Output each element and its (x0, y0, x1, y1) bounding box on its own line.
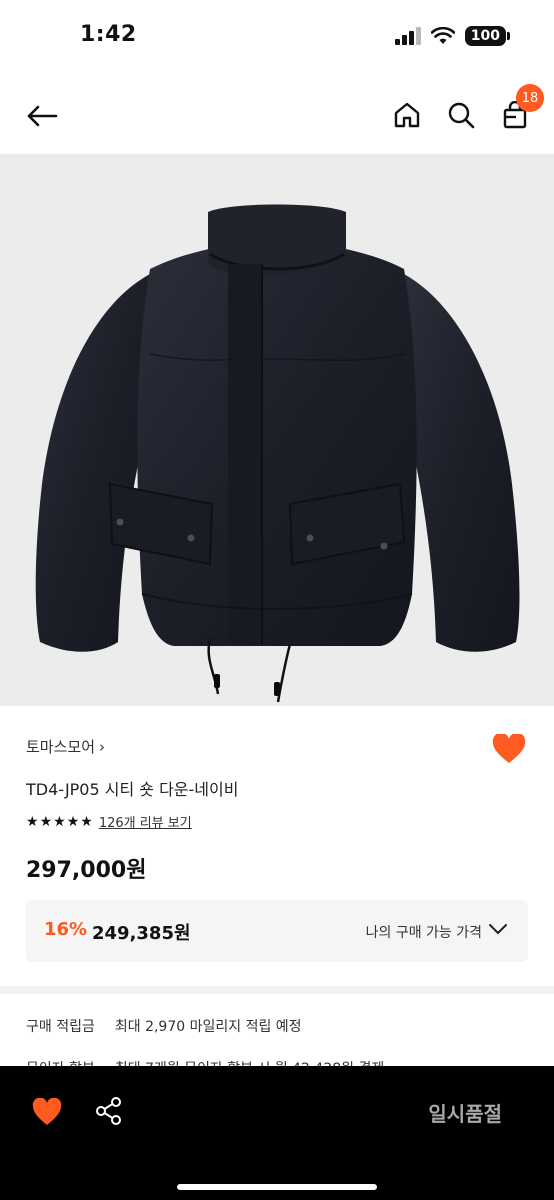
home-icon (394, 102, 420, 128)
star-icon: ★ (26, 813, 39, 830)
chevron-down-icon (489, 924, 507, 934)
brand-name: 토마스모어 (26, 738, 96, 756)
home-button[interactable] (388, 96, 426, 134)
top-navigation: 18 (0, 76, 554, 154)
member-price: 249,385원 (92, 923, 191, 944)
star-icon: ★ (39, 813, 53, 830)
bottom-action-bar: 일시품절 (0, 1066, 554, 1200)
review-link[interactable]: 126개 리뷰 보기 (99, 812, 192, 831)
brand-link[interactable]: 토마스모어 › (26, 736, 105, 757)
share-icon[interactable] (94, 1096, 124, 1126)
back-arrow-icon (27, 105, 58, 127)
status-bar: 1:42 100 (0, 0, 554, 76)
points-row: 구매 적립금 최대 2,970 마일리지 적립 예정 (26, 1016, 302, 1036)
cellular-signal-icon (394, 27, 421, 45)
star-rating: ★ ★ ★ ★ ★ (26, 815, 93, 829)
rating-row: ★ ★ ★ ★ ★ 126개 리뷰 보기 (26, 812, 192, 832)
star-icon: ★ (66, 813, 80, 830)
wishlist-heart-icon[interactable] (32, 1098, 62, 1126)
search-button[interactable] (442, 96, 480, 134)
member-price-label: 나의 구매 가능 가격 (365, 925, 482, 941)
points-label: 구매 적립금 (26, 1019, 95, 1035)
product-price: 297,000원 (26, 858, 147, 883)
search-icon (448, 102, 475, 129)
star-icon: ★ (80, 813, 93, 830)
wishlist-heart-icon[interactable] (492, 734, 526, 764)
wifi-icon (430, 27, 455, 44)
product-name: TD4-JP05 시티 숏 다운-네이비 (26, 780, 239, 799)
soldout-button[interactable]: 일시품절 (428, 1098, 502, 1127)
chevron-right-icon: › (99, 737, 106, 756)
product-image[interactable] (0, 154, 554, 706)
star-icon: ★ (53, 813, 66, 830)
member-price-box[interactable]: 16% 249,385원 나의 구매 가능 가격 (26, 900, 528, 962)
status-icons: 100 (394, 26, 511, 46)
back-button[interactable] (22, 96, 62, 136)
status-time: 1:42 (80, 22, 137, 47)
section-divider (0, 986, 554, 994)
cart-button[interactable]: 18 (496, 84, 544, 134)
home-indicator (177, 1184, 377, 1190)
battery-indicator: 100 (464, 26, 511, 46)
points-value: 최대 2,970 마일리지 적립 예정 (114, 1019, 302, 1035)
cart-count-badge: 18 (516, 84, 544, 112)
discount-rate: 16% (44, 919, 88, 940)
navy-down-jacket-image (35, 204, 520, 703)
nav-actions: 18 (388, 84, 544, 134)
